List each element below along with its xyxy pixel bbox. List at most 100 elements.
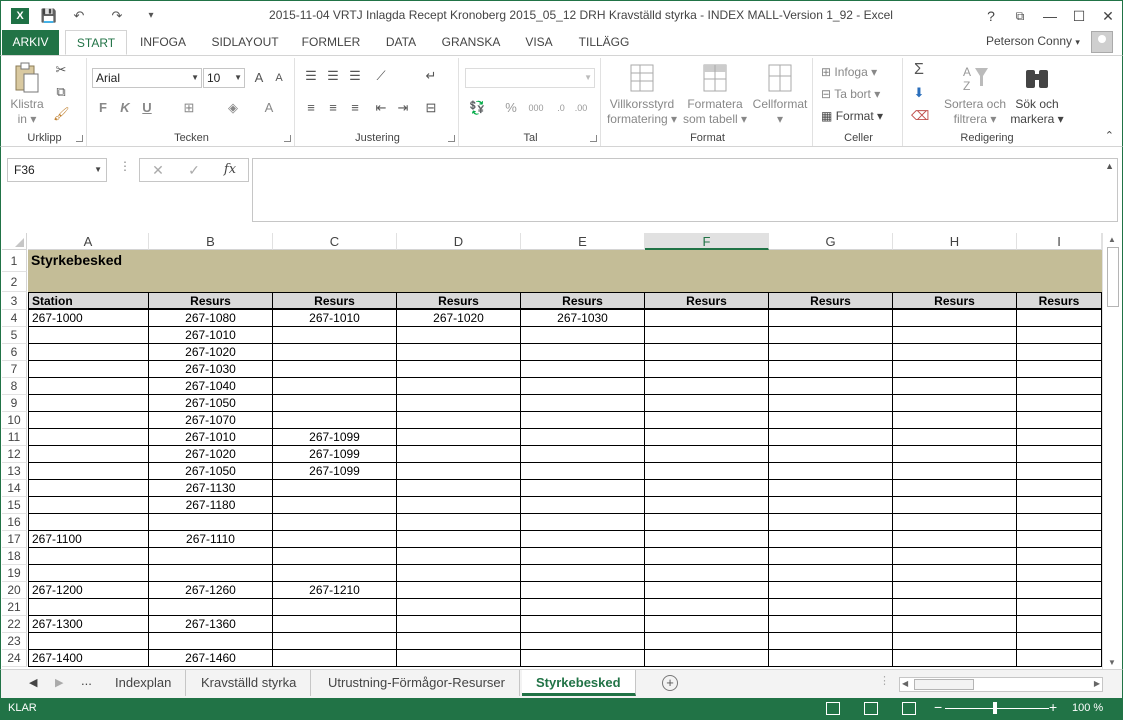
cell-d5[interactable]	[397, 327, 521, 344]
conditional-formatting-button[interactable]: Villkorsstyrd formatering ▾	[605, 62, 679, 127]
copy-icon[interactable]: ⧉	[53, 84, 69, 100]
cell-i6[interactable]	[1017, 344, 1102, 361]
header-cell-g[interactable]: Resurs	[769, 292, 893, 310]
merge-center-icon[interactable]: ⊟	[423, 100, 439, 116]
font-launcher-icon[interactable]	[284, 135, 291, 142]
decrease-decimal-icon[interactable]: .00	[573, 100, 589, 116]
cell-b4[interactable]: 267-1080	[149, 310, 273, 327]
cell-d21[interactable]	[397, 599, 521, 616]
cell-c14[interactable]	[273, 480, 397, 497]
cell-h15[interactable]	[893, 497, 1017, 514]
cell-c13[interactable]: 267-1099	[273, 463, 397, 480]
row-header-5[interactable]: 5	[2, 327, 27, 344]
cell-c7[interactable]	[273, 361, 397, 378]
format-painter-icon[interactable]: 🖌	[53, 106, 70, 122]
horizontal-scroll-thumb[interactable]	[914, 679, 974, 690]
cell-e17[interactable]	[521, 531, 645, 548]
row-header-22[interactable]: 22	[2, 616, 27, 633]
cell-d9[interactable]	[397, 395, 521, 412]
cell-d23[interactable]	[397, 633, 521, 650]
cell-f24[interactable]	[645, 650, 769, 667]
cell-f14[interactable]	[645, 480, 769, 497]
cell-f22[interactable]	[645, 616, 769, 633]
borders-icon[interactable]: ⊞	[181, 100, 197, 116]
worksheet-grid[interactable]: ▲ ▼ A B C D E F G H I 1 2 3 4 5 6 7 8 9 10 11 12 13 14 15 16 17 18…	[0, 233, 1123, 669]
cell-b20[interactable]: 267-1260	[149, 582, 273, 599]
cell-i4[interactable]	[1017, 310, 1102, 327]
cell-a13[interactable]	[28, 463, 149, 480]
cell-b8[interactable]: 267-1040	[149, 378, 273, 395]
cell-d24[interactable]	[397, 650, 521, 667]
cell-a12[interactable]	[28, 446, 149, 463]
row-header-17[interactable]: 17	[2, 531, 27, 548]
cell-a23[interactable]	[28, 633, 149, 650]
cell-f18[interactable]	[645, 548, 769, 565]
cell-h9[interactable]	[893, 395, 1017, 412]
header-cell-d[interactable]: Resurs	[397, 292, 521, 310]
autosum-icon[interactable]: Σ	[911, 62, 927, 78]
align-middle-icon[interactable]: ☰	[325, 68, 341, 84]
cell-e9[interactable]	[521, 395, 645, 412]
cell-b11[interactable]: 267-1010	[149, 429, 273, 446]
cell-i23[interactable]	[1017, 633, 1102, 650]
cell-b22[interactable]: 267-1360	[149, 616, 273, 633]
cell-f17[interactable]	[645, 531, 769, 548]
cell-f8[interactable]	[645, 378, 769, 395]
cell-e12[interactable]	[521, 446, 645, 463]
cell-h20[interactable]	[893, 582, 1017, 599]
row-header-1[interactable]: 1	[2, 250, 27, 272]
cell-a4[interactable]: 267-1000	[28, 310, 149, 327]
scroll-down-icon[interactable]: ▼	[1108, 658, 1116, 667]
accounting-format-icon[interactable]: 💱	[469, 100, 485, 116]
font-size-select[interactable]: 10 ▼	[203, 68, 245, 88]
header-cell-f[interactable]: Resurs	[645, 292, 769, 310]
cell-a16[interactable]	[28, 514, 149, 531]
cell-e20[interactable]	[521, 582, 645, 599]
number-format-select[interactable]: ▼	[465, 68, 595, 88]
delete-cells-button[interactable]: ⊟ Ta bort ▾	[821, 84, 880, 104]
cell-d13[interactable]	[397, 463, 521, 480]
cell-e16[interactable]	[521, 514, 645, 531]
cell-c5[interactable]	[273, 327, 397, 344]
cell-b7[interactable]: 267-1030	[149, 361, 273, 378]
cell-b10[interactable]: 267-1070	[149, 412, 273, 429]
cell-b21[interactable]	[149, 599, 273, 616]
cell-c10[interactable]	[273, 412, 397, 429]
cell-a7[interactable]	[28, 361, 149, 378]
cell-d12[interactable]	[397, 446, 521, 463]
clear-icon[interactable]: ⌫	[911, 108, 929, 124]
row-header-7[interactable]: 7	[2, 361, 27, 378]
cell-c6[interactable]	[273, 344, 397, 361]
cell-e19[interactable]	[521, 565, 645, 582]
cell-b19[interactable]	[149, 565, 273, 582]
horizontal-scrollbar[interactable]: ◀ ▶	[899, 677, 1103, 692]
tab-file[interactable]: ARKIV	[2, 30, 59, 55]
row-header-4[interactable]: 4	[2, 310, 27, 327]
column-header-c[interactable]: C	[273, 233, 397, 250]
row-header-24[interactable]: 24	[2, 650, 27, 667]
align-right-icon[interactable]: ≡	[347, 100, 363, 116]
cell-d18[interactable]	[397, 548, 521, 565]
cell-g12[interactable]	[769, 446, 893, 463]
align-left-icon[interactable]: ≡	[303, 100, 319, 116]
row-header-2[interactable]: 2	[2, 272, 27, 292]
cell-i24[interactable]	[1017, 650, 1102, 667]
cell-h13[interactable]	[893, 463, 1017, 480]
cell-f5[interactable]	[645, 327, 769, 344]
number-launcher-icon[interactable]	[590, 135, 597, 142]
cell-b14[interactable]: 267-1130	[149, 480, 273, 497]
cell-e8[interactable]	[521, 378, 645, 395]
cell-i21[interactable]	[1017, 599, 1102, 616]
row-header-14[interactable]: 14	[2, 480, 27, 497]
header-cell-i[interactable]: Resurs	[1017, 292, 1102, 310]
underline-button[interactable]: U	[139, 100, 155, 116]
prev-sheet-icon[interactable]: ◀	[29, 676, 37, 689]
column-header-i[interactable]: I	[1017, 233, 1102, 250]
cell-c24[interactable]	[273, 650, 397, 667]
cell-d19[interactable]	[397, 565, 521, 582]
cell-i12[interactable]	[1017, 446, 1102, 463]
cell-f9[interactable]	[645, 395, 769, 412]
cell-e6[interactable]	[521, 344, 645, 361]
cell-b24[interactable]: 267-1460	[149, 650, 273, 667]
cell-c9[interactable]	[273, 395, 397, 412]
